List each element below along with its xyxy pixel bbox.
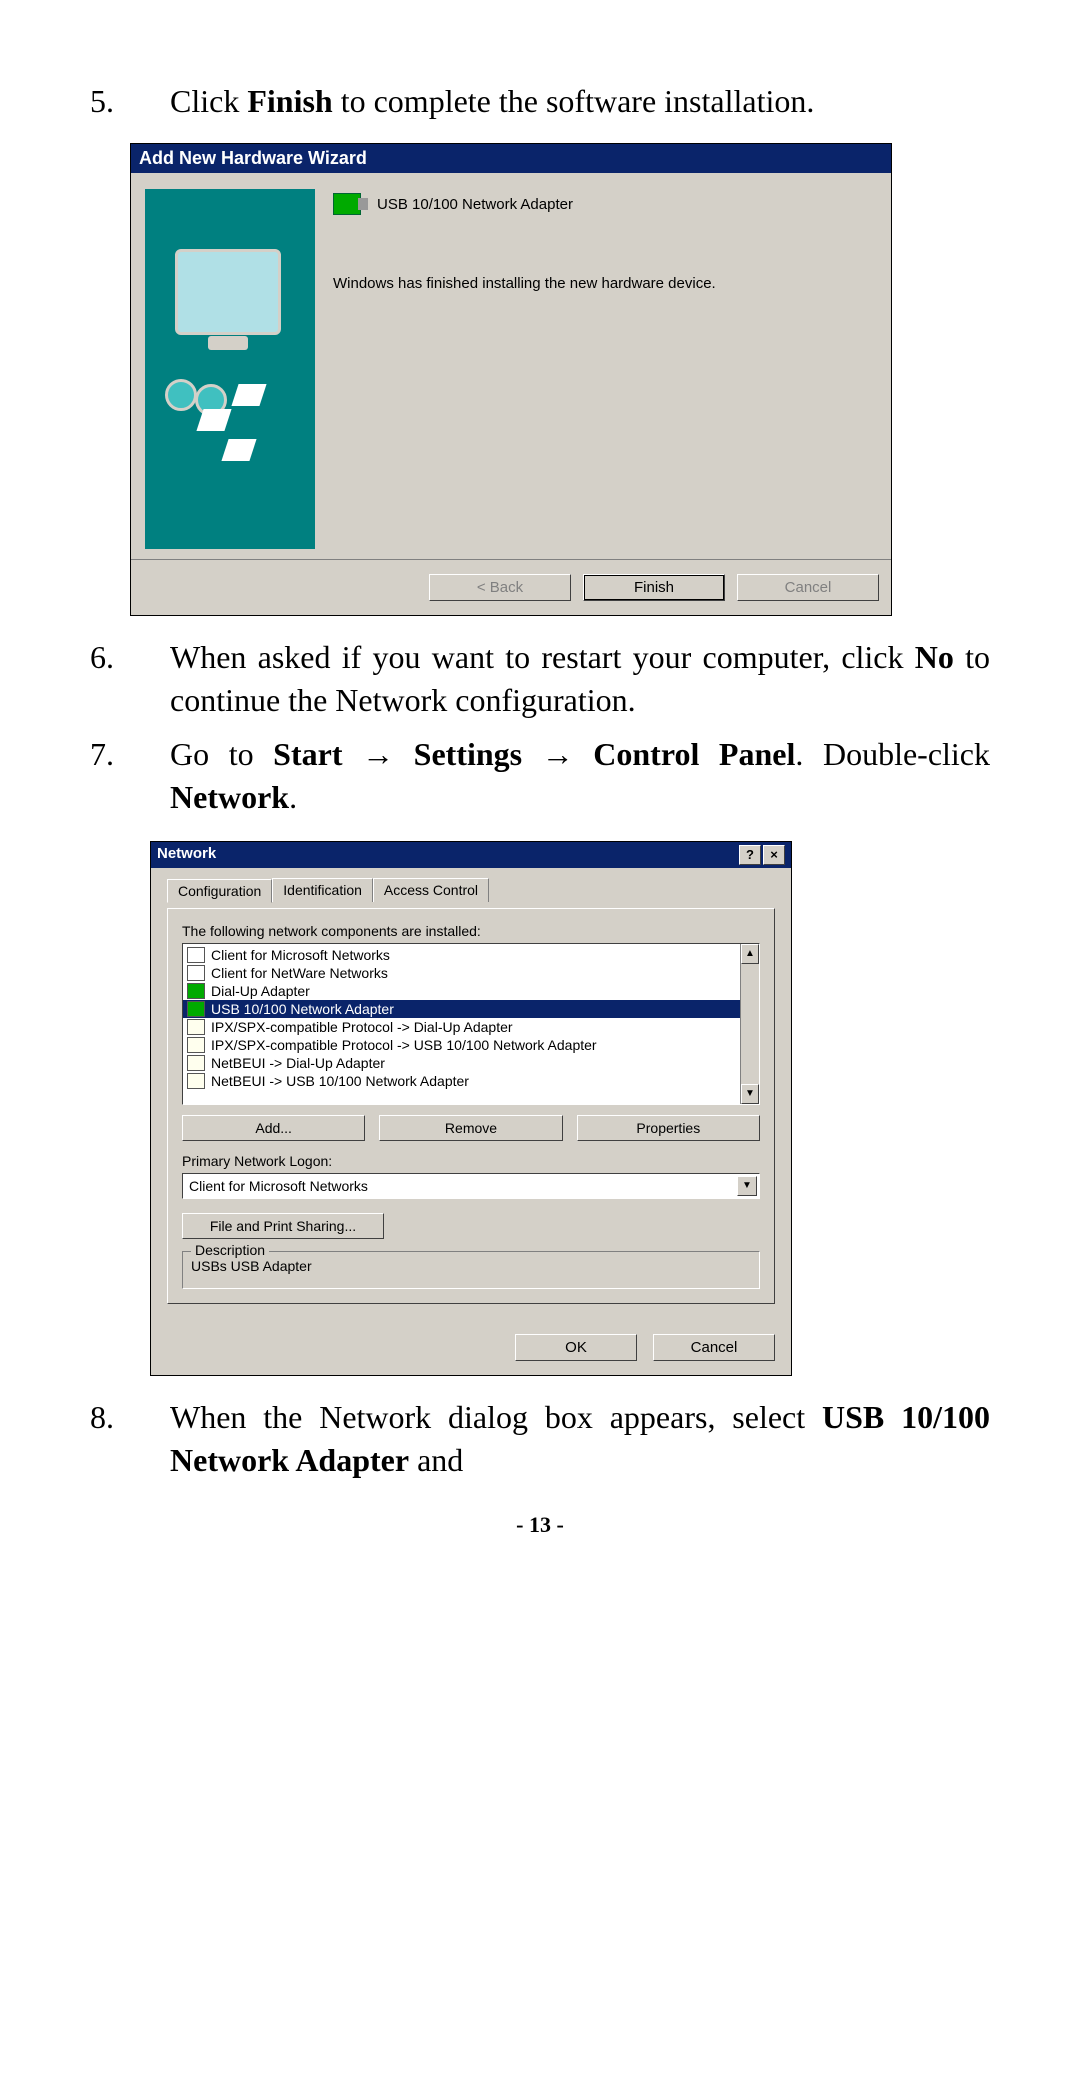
chevron-down-icon[interactable]: ▼: [737, 1176, 757, 1196]
components-listbox[interactable]: Client for Microsoft Networks Client for…: [182, 943, 760, 1105]
ok-button[interactable]: OK: [515, 1334, 637, 1361]
tab-identification[interactable]: Identification: [272, 878, 373, 902]
step-number: 7.: [90, 733, 170, 776]
tab-access-control[interactable]: Access Control: [373, 878, 489, 902]
step-number: 6.: [90, 636, 170, 679]
step-text: Go to Start → Settings → Control Panel. …: [170, 733, 990, 819]
primary-logon-label: Primary Network Logon:: [182, 1153, 760, 1169]
add-button[interactable]: Add...: [182, 1115, 365, 1141]
scroll-down-icon[interactable]: ▼: [741, 1084, 759, 1104]
finish-button[interactable]: Finish: [583, 574, 725, 601]
step-number: 5.: [90, 80, 170, 123]
description-group: Description USBs USB Adapter: [182, 1251, 760, 1289]
close-button[interactable]: ×: [763, 845, 785, 865]
step-8: 8. When the Network dialog box appears, …: [90, 1396, 990, 1482]
tab-strip: Configuration Identification Access Cont…: [167, 878, 775, 902]
tab-configuration[interactable]: Configuration: [167, 879, 272, 903]
page-number: - 13 -: [90, 1512, 990, 1538]
network-titlebar: Network ? ×: [151, 842, 791, 868]
step-text: Click Finish to complete the software in…: [170, 80, 990, 123]
cancel-button[interactable]: Cancel: [737, 574, 879, 601]
list-item[interactable]: IPX/SPX-compatible Protocol -> USB 10/10…: [183, 1036, 759, 1054]
help-button[interactable]: ?: [739, 845, 761, 865]
file-print-sharing-button[interactable]: File and Print Sharing...: [182, 1213, 384, 1239]
list-item[interactable]: NetBEUI -> Dial-Up Adapter: [183, 1054, 759, 1072]
network-card-icon: [333, 193, 361, 215]
wizard-message: Windows has finished installing the new …: [333, 275, 877, 292]
list-item-selected[interactable]: USB 10/100 Network Adapter: [183, 1000, 759, 1018]
scroll-up-icon[interactable]: ▲: [741, 944, 759, 964]
list-item[interactable]: Client for NetWare Networks: [183, 964, 759, 982]
list-item[interactable]: Client for Microsoft Networks: [183, 946, 759, 964]
list-item[interactable]: Dial-Up Adapter: [183, 982, 759, 1000]
wizard-device-name: USB 10/100 Network Adapter: [377, 196, 573, 213]
wizard-sidebar-image: [145, 189, 315, 549]
step-number: 8.: [90, 1396, 170, 1439]
description-value: USBs USB Adapter: [191, 1258, 751, 1274]
step-text: When asked if you want to restart your c…: [170, 636, 990, 722]
remove-button[interactable]: Remove: [379, 1115, 562, 1141]
step-6: 6. When asked if you want to restart you…: [90, 636, 990, 722]
step-5: 5. Click Finish to complete the software…: [90, 80, 990, 123]
primary-logon-combo[interactable]: Client for Microsoft Networks ▼: [182, 1173, 760, 1199]
cancel-button[interactable]: Cancel: [653, 1334, 775, 1361]
scrollbar[interactable]: ▲ ▼: [740, 944, 759, 1104]
step-text: When the Network dialog box appears, sel…: [170, 1396, 990, 1482]
hardware-wizard-screenshot: Add New Hardware Wizard USB 10/100 Netwo…: [130, 143, 892, 616]
list-item[interactable]: NetBEUI -> USB 10/100 Network Adapter: [183, 1072, 759, 1090]
installed-components-label: The following network components are ins…: [182, 923, 760, 939]
network-dialog-screenshot: Network ? × Configuration Identification…: [150, 841, 792, 1376]
list-item[interactable]: IPX/SPX-compatible Protocol -> Dial-Up A…: [183, 1018, 759, 1036]
wizard-titlebar: Add New Hardware Wizard: [131, 144, 891, 173]
back-button[interactable]: < Back: [429, 574, 571, 601]
step-7: 7. Go to Start → Settings → Control Pane…: [90, 733, 990, 819]
properties-button[interactable]: Properties: [577, 1115, 760, 1141]
